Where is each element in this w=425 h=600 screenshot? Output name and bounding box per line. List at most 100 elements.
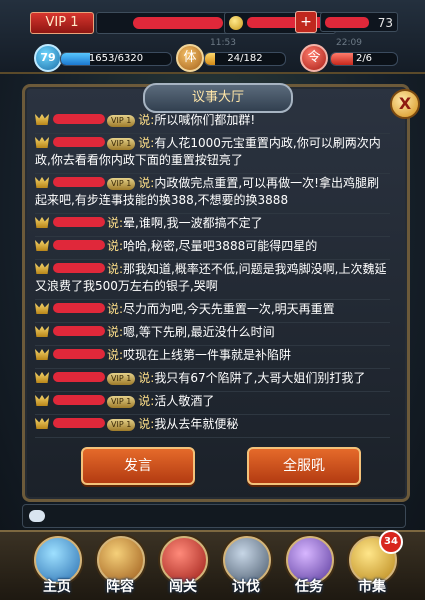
chat-message: 说:尽力而为吧,今天先重置一次,明天再重置: [35, 300, 390, 323]
message-text: 所以喊你们都加群!: [154, 113, 256, 127]
sender-vip-tag: VIP 1: [107, 373, 136, 385]
nav-item-3[interactable]: 讨伐: [217, 536, 275, 600]
message-text: 哈哈,秘密,尽量吧3888可能得四星的: [123, 239, 318, 253]
nav-label: 市集: [358, 579, 386, 595]
rank-crown-icon: [35, 349, 49, 360]
redacted-username[interactable]: [53, 395, 105, 405]
stamina-timer: 11:53: [210, 38, 236, 48]
bottom-nav: 主页 阵容 闯关 讨伐 任务 市集 34: [0, 530, 425, 600]
said-label: 说:: [107, 216, 124, 230]
chat-message: 说:那我知道,概率还不低,问题是我鸡脚没啊,上次魏延又浪费了我500万左右的银子…: [35, 260, 390, 300]
chat-message: 说:晕,谁啊,我一波都搞不定了: [35, 214, 390, 237]
redacted-username[interactable]: [53, 114, 105, 124]
said-label: 说:: [138, 176, 155, 190]
message-text: 我只有67个陷阱了,大哥大姐们别打我了: [154, 371, 366, 385]
nav-item-2[interactable]: 闯关: [154, 536, 212, 600]
said-label: 说:: [107, 348, 124, 362]
sender-vip-tag: VIP 1: [107, 115, 136, 127]
redacted-yuanbao: [325, 17, 369, 28]
exp-text: 1653/6320: [88, 53, 144, 64]
message-text: 活人敬酒了: [154, 394, 215, 408]
level-icon: 79: [34, 44, 62, 72]
chat-bubble-icon: [29, 510, 45, 522]
rank-crown-icon: [35, 177, 49, 188]
add-gold-button[interactable]: +: [295, 11, 317, 33]
redacted-username[interactable]: [53, 418, 105, 428]
said-label: 说:: [138, 136, 155, 150]
token-bar: 2/6: [330, 52, 398, 66]
rank-crown-icon: [35, 114, 49, 125]
yuanbao-display: 73: [320, 12, 398, 32]
chat-message: VIP 1 说:活人敬酒了: [35, 392, 390, 415]
chat-message: VIP 1 说:我只有67个陷阱了,大哥大姐们别打我了: [35, 369, 390, 392]
dialog-title: 议事大厅: [143, 83, 293, 113]
redacted-username[interactable]: [53, 263, 105, 273]
stamina-icon: 体: [176, 44, 204, 72]
said-label: 说:: [138, 371, 155, 385]
redacted-username[interactable]: [53, 372, 105, 382]
said-label: 说:: [107, 325, 124, 339]
chat-message-list[interactable]: VIP 1 说:所以喊你们都加群! VIP 1 说:有人花1000元宝重置内政,你可以…: [35, 111, 390, 439]
gold-coin-icon: [229, 16, 243, 30]
redacted-username[interactable]: [53, 137, 105, 147]
close-button[interactable]: X: [390, 89, 420, 119]
rank-crown-icon: [35, 395, 49, 406]
said-label: 说:: [138, 394, 155, 408]
redacted-username[interactable]: [53, 177, 105, 187]
chat-message: VIP 1 说:我从去年就便秘: [35, 415, 390, 438]
rank-crown-icon: [35, 372, 49, 383]
redacted-username[interactable]: [53, 326, 105, 336]
said-label: 说:: [107, 302, 124, 316]
token-icon: 令: [300, 44, 328, 72]
message-text: 我从去年就便秘: [154, 417, 239, 431]
sender-vip-tag: VIP 1: [107, 419, 136, 431]
chat-message: 说:哎现在上线第一件事就是补陷阱: [35, 346, 390, 369]
yuanbao-tail: 73: [377, 16, 393, 30]
exp-bar: 1653/6320: [60, 52, 172, 66]
dialog-actions: 发言 全服吼: [25, 447, 407, 499]
redacted-username[interactable]: [53, 303, 105, 313]
nav-item-4[interactable]: 任务: [280, 536, 338, 600]
rank-crown-icon: [35, 240, 49, 251]
redacted-username[interactable]: [53, 217, 105, 227]
send-message-button[interactable]: 发言: [81, 447, 195, 485]
token-text: 2/6: [355, 53, 373, 64]
message-text: 尽力而为吧,今天先重置一次,明天再重置: [123, 302, 335, 316]
chat-message: 说:嗯,等下先刷,最近没什么时间: [35, 323, 390, 346]
vip-badge[interactable]: VIP 1: [30, 12, 94, 34]
chat-input-bar[interactable]: [22, 504, 406, 528]
said-label: 说:: [107, 262, 124, 276]
game-screen: VIP 1 + 73 79 1653/6320 体 11:53 24/182 令…: [0, 0, 425, 600]
stamina-text: 24/182: [227, 53, 263, 64]
sender-vip-tag: VIP 1: [107, 138, 136, 150]
nav-item-1[interactable]: 阵容: [91, 536, 149, 600]
rank-crown-icon: [35, 217, 49, 228]
said-label: 说:: [107, 239, 124, 253]
status-bar: VIP 1 + 73 79 1653/6320 体 11:53 24/182 令…: [0, 0, 425, 74]
chat-message: VIP 1 说:有人花1000元宝重置内政,你可以刷两次内政,你去看看你内政下面的…: [35, 134, 390, 174]
rank-crown-icon: [35, 303, 49, 314]
rank-crown-icon: [35, 326, 49, 337]
rank-crown-icon: [35, 137, 49, 148]
nav-item-5[interactable]: 市集 34: [343, 530, 403, 600]
stamina-bar: 24/182: [204, 52, 286, 66]
sender-vip-tag: VIP 1: [107, 396, 136, 408]
rank-crown-icon: [35, 418, 49, 429]
chat-message: VIP 1 说:内政做完点重置,可以再做一次!拿出鸡腿刷起来吧,有步连事技能的换3…: [35, 174, 390, 214]
world-shout-button[interactable]: 全服吼: [247, 447, 361, 485]
council-hall-dialog: 议事大厅 X VIP 1 说:所以喊你们都加群! VIP 1 说:有人花1000元宝重…: [22, 83, 420, 502]
nav-label: 主页: [43, 579, 71, 595]
redacted-username[interactable]: [53, 240, 105, 250]
message-text: 哎现在上线第一件事就是补陷阱: [123, 348, 292, 362]
sender-vip-tag: VIP 1: [107, 178, 136, 190]
nav-label: 闯关: [169, 579, 197, 595]
chat-message: 说:哈哈,秘密,尽量吧3888可能得四星的: [35, 237, 390, 260]
player-name-field: [96, 12, 234, 34]
redacted-name: [133, 17, 223, 29]
nav-label: 任务: [295, 579, 323, 595]
message-text: 晕,谁啊,我一波都搞不定了: [123, 216, 263, 230]
said-label: 说:: [138, 113, 155, 127]
redacted-username[interactable]: [53, 349, 105, 359]
nav-item-0[interactable]: 主页: [28, 536, 86, 600]
chat-message: VIP 1 说:所以喊你们都加群!: [35, 111, 390, 134]
